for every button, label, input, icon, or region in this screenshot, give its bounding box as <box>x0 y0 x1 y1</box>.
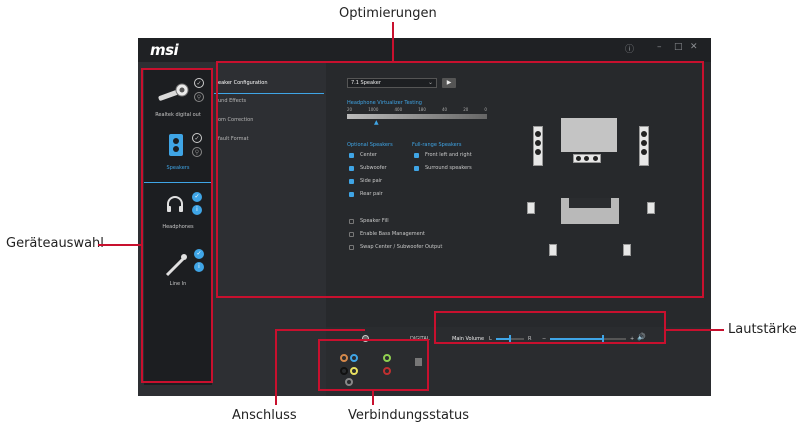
annotation-optimierungen: Optimierungen <box>339 6 437 21</box>
leader-geraeteauswahl <box>98 244 141 246</box>
annotation-lautstaerke: Lautstärke <box>728 322 797 337</box>
leader-optimierungen <box>392 22 394 62</box>
info-icon[interactable]: ⓘ <box>625 42 634 55</box>
leader-verbindungsstatus <box>372 391 374 405</box>
leader-lautstaerke <box>666 329 724 331</box>
annotation-geraeteauswahl: Geräteauswahl <box>6 236 104 251</box>
leader-anschluss-h <box>275 329 365 331</box>
maximize-button[interactable]: □ <box>674 42 683 52</box>
annotation-verbindungsstatus: Verbindungsstatus <box>348 408 470 423</box>
connection-status-highlight <box>318 339 429 391</box>
close-button[interactable]: ✕ <box>690 42 698 52</box>
minimize-button[interactable]: – <box>657 42 662 52</box>
leader-anschluss-v <box>275 329 277 405</box>
stage: Optimierungen Geräteauswahl Lautstärke A… <box>0 0 811 431</box>
volume-highlight <box>434 311 666 344</box>
annotation-anschluss: Anschluss <box>232 408 297 423</box>
optimizations-highlight <box>216 61 704 298</box>
msi-logo: msi <box>150 41 179 59</box>
device-selection-highlight <box>141 68 213 383</box>
title-bar: msi ⓘ – □ ✕ <box>138 38 711 62</box>
